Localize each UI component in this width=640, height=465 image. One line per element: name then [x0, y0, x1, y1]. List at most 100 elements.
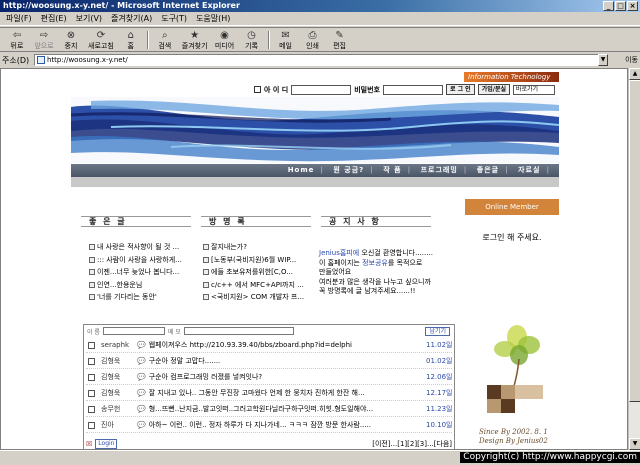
guest-posts-list: 잘지내는가? [노동부(국비지원)6월 WIP... 에들 초보유저를위한[C,… — [203, 241, 319, 304]
shortcut-select[interactable]: 바로가기 — [513, 84, 555, 95]
menu-help[interactable]: 도움말(H) — [196, 12, 230, 25]
list-item[interactable]: [노동부(국비지원)6월 WIP... — [203, 254, 319, 267]
back-button[interactable]: ⇦ 뒤로 — [4, 30, 30, 50]
scroll-up-icon[interactable]: ▲ — [629, 68, 640, 80]
notice-link[interactable]: 정보공유 — [362, 259, 388, 267]
join-button[interactable]: 가입/분실 — [477, 84, 510, 95]
table-row[interactable]: 김형욱 💬 구순아 정말 고맙다....... 01.02일 — [86, 354, 452, 369]
toolbar-separator — [267, 30, 270, 49]
stop-button[interactable]: ⊗ 중지 — [58, 30, 84, 50]
search-button[interactable]: ⌕ 검색 — [152, 30, 178, 50]
scroll-down-icon[interactable]: ▼ — [629, 438, 640, 450]
toolbar-separator — [146, 30, 149, 49]
site-nav: Home | 뭔 궁금? | 작 품 | 프로그래밍 | 좋은글 | 자료실 | — [71, 164, 559, 177]
menu-file[interactable]: 파일(F) — [6, 12, 32, 25]
nav-question[interactable]: 뭔 궁금? — [333, 166, 364, 174]
menu-tools[interactable]: 도구(T) — [161, 12, 187, 25]
mail-button[interactable]: ✉ 메일 — [273, 30, 299, 50]
write-button[interactable]: 남기기 — [425, 326, 450, 336]
nav-good-posts[interactable]: 좋은글 — [477, 166, 499, 174]
password-input[interactable] — [382, 84, 443, 95]
guestbook: 이 름 메 모 남기기 seraphk 💬 웹페이져우스 http://210.93… — [83, 324, 455, 449]
table-row[interactable]: 진아 💬 아하~ 이런.. 이런.. 정자 하루가 다 지나가네... ㅋㅋㅋ 잠깐… — [86, 418, 452, 433]
print-button[interactable]: ⎙ 인쇄 — [300, 30, 326, 50]
history-button[interactable]: ◷ 기록 — [239, 30, 265, 50]
media-button[interactable]: ◉ 미디어 — [212, 30, 238, 50]
list-item[interactable]: '너를 기다리는 동안' — [89, 291, 205, 304]
row-checkbox[interactable] — [88, 357, 95, 365]
bullet-icon — [203, 269, 209, 276]
speech-bubble-icon: 💬 — [137, 373, 146, 381]
table-row[interactable]: 김형욱 💬 잘 지내고 있나.. 그동안 무진장 고마웠다 언제 한 뭉치자 진하게… — [86, 386, 452, 401]
list-item[interactable]: <국비지원> COM 개발자 프... — [203, 291, 319, 304]
mail-icon: ✉ — [281, 29, 290, 41]
address-dropdown-icon[interactable]: ▼ — [598, 54, 608, 66]
bullet-icon — [89, 269, 95, 276]
refresh-icon: ⟳ — [96, 29, 106, 41]
list-item[interactable]: 잘지내는가? — [203, 241, 319, 254]
password-label: 비밀번호 — [354, 85, 380, 94]
info-tech-banner: Information Technology — [464, 72, 559, 82]
maximize-button[interactable]: □ — [615, 1, 626, 11]
print-icon: ⎙ — [308, 29, 317, 41]
delete-icon[interactable]: ☒ — [86, 440, 92, 448]
nav-home[interactable]: Home — [288, 166, 315, 174]
edit-button[interactable]: ✎ 편집 — [327, 30, 353, 50]
bullet-icon — [203, 256, 209, 263]
list-item[interactable]: 에들 초보유저를위한[C,O... — [203, 266, 319, 279]
go-button[interactable]: 이동 — [625, 54, 638, 66]
nav-archive[interactable]: 자료실 — [518, 166, 540, 174]
login-button[interactable]: 로 그 인 — [445, 84, 475, 95]
tab-good-posts[interactable]: 좋 은 글 — [81, 216, 191, 227]
history-icon: ◷ — [247, 29, 256, 41]
list-item[interactable]: c/c++ 에서 MFC+API까지 ... — [203, 279, 319, 292]
tab-guestbook[interactable]: 방 명 록 — [201, 216, 311, 227]
tab-notice[interactable]: 공 지 사 항 — [321, 216, 431, 227]
save-id-checkbox[interactable] — [254, 86, 261, 93]
home-button[interactable]: ⌂ 홈 — [118, 30, 144, 50]
bullet-icon — [89, 256, 95, 263]
copyright-overlay: Copyright(c) http://www.happycgi.com — [460, 452, 640, 463]
table-row[interactable]: seraphk 💬 웹페이져우스 http://210.93.39.40/bbs/z… — [86, 338, 452, 353]
scroll-thumb[interactable] — [629, 80, 640, 402]
name-input[interactable] — [102, 327, 165, 335]
nav-programming[interactable]: 프로그래밍 — [421, 166, 458, 174]
row-checkbox[interactable] — [88, 373, 95, 381]
id-input[interactable] — [291, 84, 352, 95]
table-row[interactable]: 송무헌 💬 형...뜨뻔..난지금..발고잇떠..그러고학원다닐라구하구잇떠.히힛.… — [86, 402, 452, 417]
list-item[interactable]: 인연...한용운님 — [89, 279, 205, 292]
name-label: 이 름 — [87, 328, 100, 336]
address-input[interactable]: http://woosung.x-y.net/ — [34, 54, 608, 66]
row-checkbox[interactable] — [88, 405, 95, 413]
good-posts-list: 내 사랑은 적사향이 될 것 ... ::: 사람이 사랑을 사랑하게... 이… — [89, 241, 205, 304]
browser-viewport: Information Technology 아 이 디 비밀번호 로 그 인 … — [0, 68, 628, 450]
nav-works[interactable]: 작 품 — [383, 166, 401, 174]
minimize-button[interactable]: _ — [603, 1, 614, 11]
close-button[interactable]: × — [627, 1, 638, 11]
stop-icon: ⊗ — [66, 29, 76, 41]
menu-edit[interactable]: 편집(E) — [41, 12, 67, 25]
guestbook-login-button[interactable]: Login — [95, 439, 118, 449]
media-icon: ◉ — [220, 29, 229, 41]
row-checkbox[interactable] — [88, 341, 95, 349]
bullet-icon — [203, 294, 209, 301]
pagination[interactable]: [이전]...[1][2][3]...[다음] — [372, 439, 452, 449]
vertical-scrollbar[interactable]: ▲ ▼ — [628, 68, 640, 450]
favorites-button[interactable]: ★ 즐겨찾기 — [179, 30, 211, 50]
memo-input[interactable] — [183, 327, 294, 335]
online-member-header: Online Member — [465, 199, 559, 215]
forward-button[interactable]: ⇨ 앞으로 — [31, 30, 57, 50]
table-row[interactable]: 김형욱 💬 구순아 컴프로그래밍 러졌를 넣켜잇나? 12.06일 — [86, 370, 452, 385]
list-item[interactable]: 이젠...너무 늦었나 봅니다... — [89, 266, 205, 279]
menu-favorites[interactable]: 즐겨찾기(A) — [111, 12, 152, 25]
memo-label: 메 모 — [167, 328, 181, 336]
flower-artwork — [473, 319, 553, 439]
address-bar: 주소(D) http://woosung.x-y.net/ ▼ 이동 — [0, 53, 640, 67]
refresh-button[interactable]: ⟳ 새로고침 — [85, 30, 117, 50]
row-checkbox[interactable] — [88, 421, 95, 429]
row-checkbox[interactable] — [88, 389, 95, 397]
guestbook-footer: ☒ Login [이전]...[1][2][3]...[다음] — [86, 438, 452, 449]
list-item[interactable]: ::: 사람이 사랑을 사랑하게... — [89, 254, 205, 267]
list-item[interactable]: 내 사랑은 적사향이 될 것 ... — [89, 241, 205, 254]
menu-view[interactable]: 보기(V) — [76, 12, 102, 25]
